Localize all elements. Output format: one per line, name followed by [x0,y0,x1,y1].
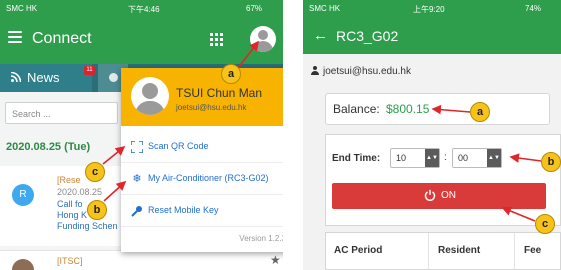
list-item[interactable]: [ITSC] ★ [0,250,283,270]
column-header: Fee [524,245,542,256]
column-header: AC Period [334,245,383,256]
app-bar: Connect [0,18,283,64]
key-icon [131,206,142,217]
user-name: TSUI Chun Man [176,86,263,100]
rss-icon [11,72,21,82]
ac-control-panel: End Time: 10 ▲▼ : 00 ▲▼ ON [325,134,561,226]
arrow-left-icon[interactable]: ← [313,28,328,44]
menu-item-label: My Air-Conditioner (RC3-G02) [148,173,269,183]
user-icon [311,66,319,75]
status-carrier: SMC HK [309,4,341,13]
news-count-badge: 11 [84,66,95,75]
dropdown-user-header: TSUI Chun Man joetsui@hsu.edu.hk [121,68,283,126]
minute-select[interactable]: 00 ▲▼ [452,148,502,168]
avatar-button[interactable] [250,26,276,52]
status-carrier: SMC HK [6,4,38,13]
app-bar: ← RC3_G02 [303,18,561,54]
annotation-marker-a: a [470,102,490,122]
menu-item-scan-qr[interactable]: Scan QR Code [121,132,283,163]
user-email: joetsui@hsu.edu.hk [176,103,247,112]
balance-value: $800.15 [386,102,430,116]
status-bar: SMC HK 下午4:46 67% [0,0,283,18]
right-phone-screen: SMC HK 上午9:20 74% ← RC3_G02 joetsui@hsu.… [303,0,561,270]
power-icon [424,189,436,201]
news-date: 2020.08.25 [57,187,103,197]
menu-item-air-conditioner[interactable]: ❄ My Air-Conditioner (RC3-G02) [121,164,283,195]
app-version: Version 1.2.3 [239,234,283,243]
left-phone-screen: SMC HK 下午4:46 67% Connect News 11 Search… [0,0,283,270]
grid-icon[interactable] [210,33,223,46]
chevron-down-icon: ▲▼ [425,149,439,167]
annotation-marker-b: b [541,152,561,172]
search-input[interactable]: Search ... [5,102,118,124]
news-avatar [12,259,34,270]
users-icon [109,73,118,82]
menu-item-label: Reset Mobile Key [148,205,219,215]
menu-item-reset-key[interactable]: Reset Mobile Key [121,196,283,227]
tab-news[interactable]: News 11 [0,64,95,92]
status-battery: 74% [525,4,542,13]
annotation-marker-c: c [85,162,105,182]
feed-date-header: 2020.08.25 (Tue) [6,141,91,153]
history-table: AC Period Resident Fee [325,232,561,270]
on-button[interactable]: ON [332,183,546,209]
user-email: joetsui@hsu.edu.hk [323,66,411,77]
news-avatar: R [12,184,34,206]
page-title: RC3_G02 [336,28,399,44]
news-category: [Rese [57,175,81,185]
annotation-marker-b: b [87,200,107,220]
on-button-label: ON [441,190,456,201]
qr-scan-icon [131,141,143,153]
chevron-down-icon: ▲▼ [487,149,501,167]
annotation-marker-c: c [535,214,555,234]
hour-select[interactable]: 10 ▲▼ [390,148,440,168]
news-title-line: Call fo [57,199,83,209]
status-time: 上午9:20 [413,5,445,14]
minute-value: 00 [458,153,469,163]
menu-item-label: Scan QR Code [148,141,209,151]
user-row: joetsui@hsu.edu.hk [311,66,411,77]
time-separator: : [444,152,447,163]
news-category: [ITSC] [57,256,83,266]
news-title-line: Hong K [57,210,88,220]
hamburger-menu-icon[interactable] [8,31,22,43]
column-header: Resident [438,245,481,256]
tab-news-label: News [27,70,60,85]
news-title-line: Funding Schen [57,221,118,231]
user-dropdown-menu: TSUI Chun Man joetsui@hsu.edu.hk Scan QR… [121,68,283,252]
balance-panel: Balance: $800.15 [325,93,550,125]
app-title: Connect [32,30,92,47]
avatar [131,77,169,115]
balance-label: Balance: [333,102,380,116]
status-bar: SMC HK 上午9:20 74% [303,0,561,18]
hour-value: 10 [396,153,407,163]
status-time: 下午4:46 [128,5,160,14]
star-icon[interactable]: ★ [270,253,281,267]
snowflake-icon: ❄ [132,173,142,185]
end-time-label: End Time: [332,153,381,164]
status-battery: 67% [246,4,263,13]
annotation-marker-a: a [221,64,241,84]
